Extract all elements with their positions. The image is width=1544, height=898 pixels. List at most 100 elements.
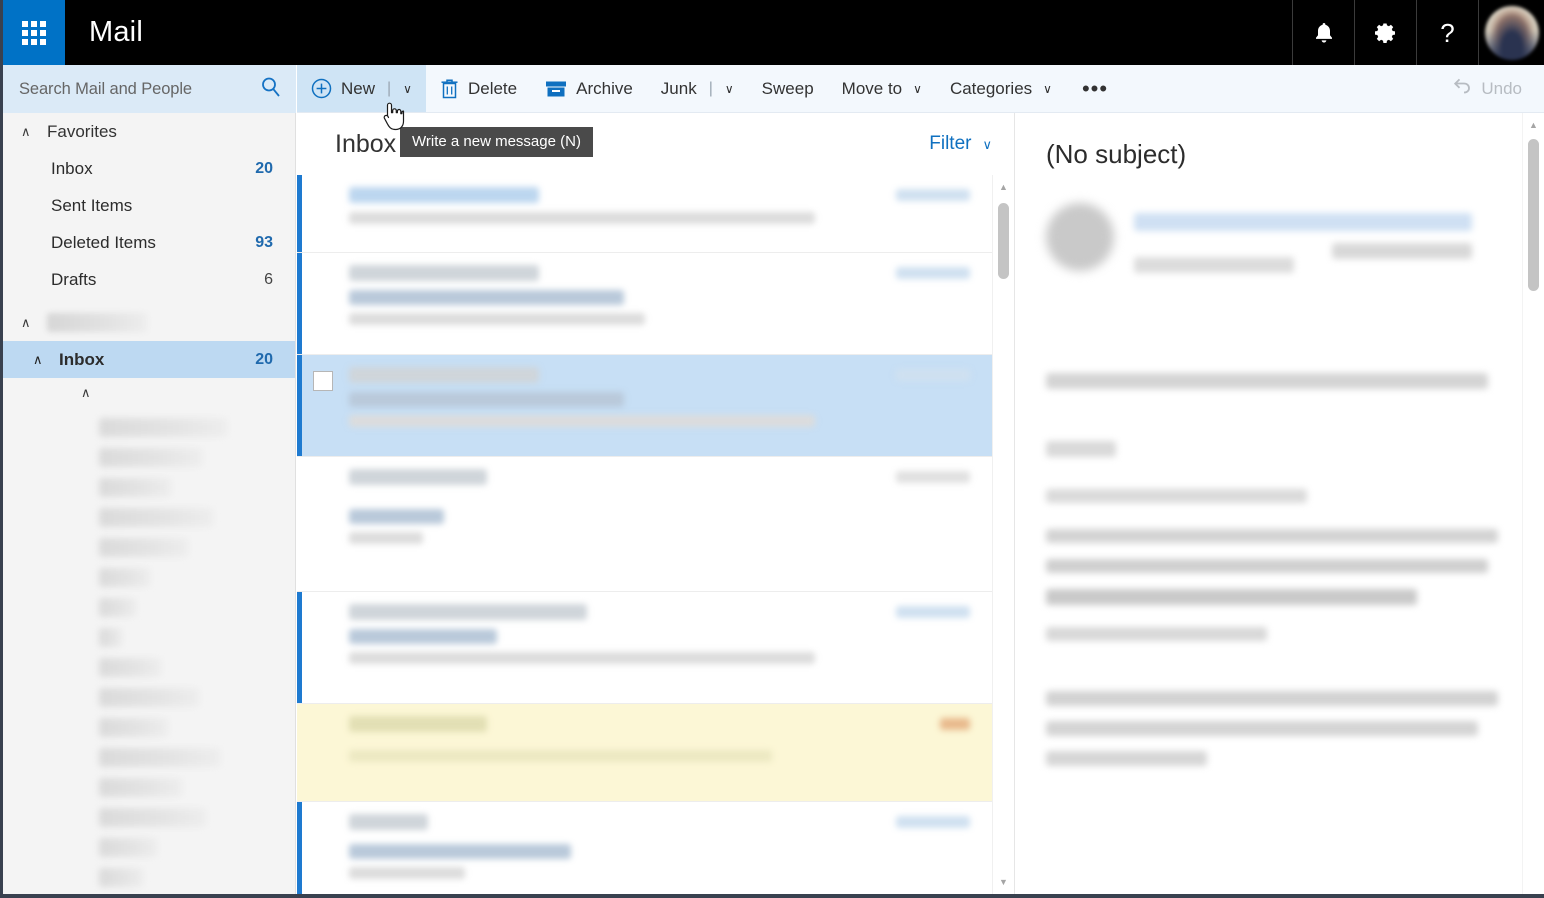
unread-indicator <box>297 175 302 252</box>
list-item[interactable] <box>3 562 295 592</box>
scrollbar-thumb[interactable] <box>1528 139 1539 291</box>
list-item[interactable] <box>3 802 295 832</box>
app-launcher-icon[interactable] <box>3 0 65 65</box>
folder-sidebar[interactable]: ∧ Favorites Inbox 20 Sent Items Deleted … <box>3 113 296 894</box>
table-row[interactable] <box>297 175 992 253</box>
favorites-group-header[interactable]: ∧ Favorites <box>3 113 295 150</box>
sidebar-item-sent-items[interactable]: Sent Items <box>3 187 295 224</box>
chevron-down-icon[interactable]: ∨ <box>1043 83 1052 95</box>
categories-button-label: Categories <box>949 78 1033 98</box>
subfolder-name-redacted <box>99 417 228 437</box>
new-message-button[interactable]: New | ∨ <box>297 65 426 112</box>
unread-count: 20 <box>255 159 273 177</box>
timestamp-redacted <box>896 606 970 618</box>
body-paragraph-redacted <box>1046 559 1488 573</box>
unread-count: 6 <box>264 270 273 288</box>
list-item[interactable] <box>3 742 295 772</box>
sidebar-item-drafts[interactable]: Drafts 6 <box>3 261 295 298</box>
chevron-up-icon: ∧ <box>21 314 31 330</box>
row-gutter[interactable] <box>297 814 349 894</box>
preview-text-redacted <box>349 212 815 224</box>
categories-button[interactable]: Categories ∨ <box>936 65 1066 112</box>
row-meta <box>878 604 970 691</box>
scroll-down-button[interactable]: ▼ <box>993 872 1014 892</box>
list-item[interactable] <box>3 832 295 862</box>
list-item[interactable] <box>3 532 295 562</box>
preview-text-redacted <box>349 750 773 762</box>
scroll-up-button[interactable]: ▲ <box>1523 115 1544 135</box>
row-gutter[interactable] <box>297 716 349 789</box>
scroll-up-button[interactable]: ▲ <box>993 177 1014 197</box>
sender-name-redacted <box>349 814 429 830</box>
unread-count: 93 <box>255 233 273 251</box>
search-input[interactable] <box>19 79 254 99</box>
table-row[interactable] <box>297 253 992 355</box>
search-box[interactable] <box>3 65 297 113</box>
list-item[interactable] <box>3 652 295 682</box>
list-item[interactable] <box>3 442 295 472</box>
more-commands-button[interactable]: ••• <box>1066 65 1124 112</box>
message-body <box>1016 191 1518 894</box>
sidebar-item-inbox-favorite[interactable]: Inbox 20 <box>3 150 295 187</box>
chevron-down-icon[interactable]: ∨ <box>403 83 412 95</box>
row-checkbox[interactable] <box>313 371 333 391</box>
account-group-header[interactable]: ∧ <box>3 304 295 341</box>
subfolder-name-redacted <box>99 627 124 647</box>
archive-button[interactable]: Archive <box>531 65 647 112</box>
sidebar-item-deleted-items[interactable]: Deleted Items 93 <box>3 224 295 261</box>
row-gutter[interactable] <box>297 187 349 240</box>
row-gutter[interactable] <box>297 265 349 342</box>
filter-button[interactable]: Filter ∨ <box>929 133 992 155</box>
preview-text-redacted <box>349 415 815 427</box>
list-item[interactable] <box>3 472 295 502</box>
subject-redacted <box>349 629 498 644</box>
user-avatar[interactable] <box>1478 0 1544 65</box>
delete-button-label: Delete <box>467 78 518 98</box>
message-list[interactable] <box>297 175 992 894</box>
body-paragraph-redacted <box>1046 373 1488 389</box>
table-row[interactable] <box>297 355 992 457</box>
list-item[interactable] <box>3 772 295 802</box>
table-row[interactable] <box>297 802 992 894</box>
app-title: Mail <box>89 16 143 48</box>
list-item[interactable] <box>3 712 295 742</box>
row-content <box>349 469 878 579</box>
list-item[interactable] <box>3 622 295 652</box>
subject-redacted <box>349 392 625 407</box>
row-meta <box>878 265 970 342</box>
row-gutter[interactable] <box>297 469 349 579</box>
chevron-down-icon[interactable]: ∨ <box>725 83 734 95</box>
scrollbar-thumb[interactable] <box>998 203 1009 279</box>
subject-redacted <box>349 290 625 305</box>
table-row[interactable] <box>297 592 992 704</box>
move-to-button[interactable]: Move to ∨ <box>828 65 936 112</box>
list-item[interactable] <box>3 412 295 442</box>
preview-text-redacted <box>349 313 646 325</box>
message-list-scrollbar[interactable]: ▲ ▼ <box>992 175 1014 894</box>
body-paragraph-redacted <box>1046 627 1267 641</box>
sidebar-item-inbox-selected[interactable]: ∧ Inbox 20 <box>3 341 295 378</box>
list-item[interactable] <box>3 592 295 622</box>
notifications-bell-icon[interactable] <box>1292 0 1354 65</box>
row-gutter[interactable] <box>297 367 349 444</box>
new-button-label: New <box>341 78 376 98</box>
help-icon[interactable]: ? <box>1416 0 1478 65</box>
subfolders-toggle[interactable]: ∧ <box>3 378 295 408</box>
table-row[interactable] <box>297 704 992 802</box>
archive-button-label: Archive <box>576 78 633 98</box>
row-gutter[interactable] <box>297 604 349 691</box>
subfolder-list[interactable] <box>3 408 295 892</box>
delete-button[interactable]: Delete <box>426 65 531 112</box>
list-item[interactable] <box>3 502 295 532</box>
chevron-down-icon[interactable]: ∨ <box>913 83 922 95</box>
list-item[interactable] <box>3 682 295 712</box>
undo-button[interactable]: Undo <box>1436 65 1544 112</box>
list-item[interactable] <box>3 862 295 892</box>
table-row[interactable] <box>297 457 992 592</box>
row-content <box>349 265 878 342</box>
reading-pane-scrollbar[interactable]: ▲ <box>1522 113 1544 894</box>
search-icon[interactable] <box>260 76 282 103</box>
settings-gear-icon[interactable] <box>1354 0 1416 65</box>
sweep-button[interactable]: Sweep <box>748 65 828 112</box>
junk-button[interactable]: Junk | ∨ <box>647 65 748 112</box>
